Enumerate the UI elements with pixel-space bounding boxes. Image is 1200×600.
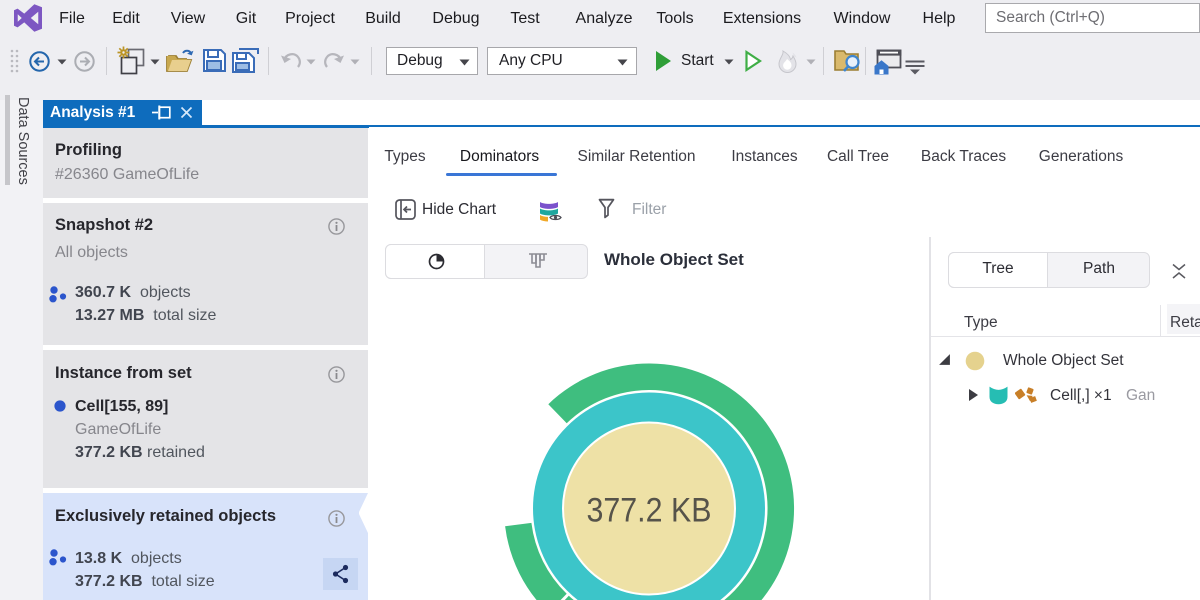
svg-text:377.2 KB: 377.2 KB — [587, 492, 712, 530]
